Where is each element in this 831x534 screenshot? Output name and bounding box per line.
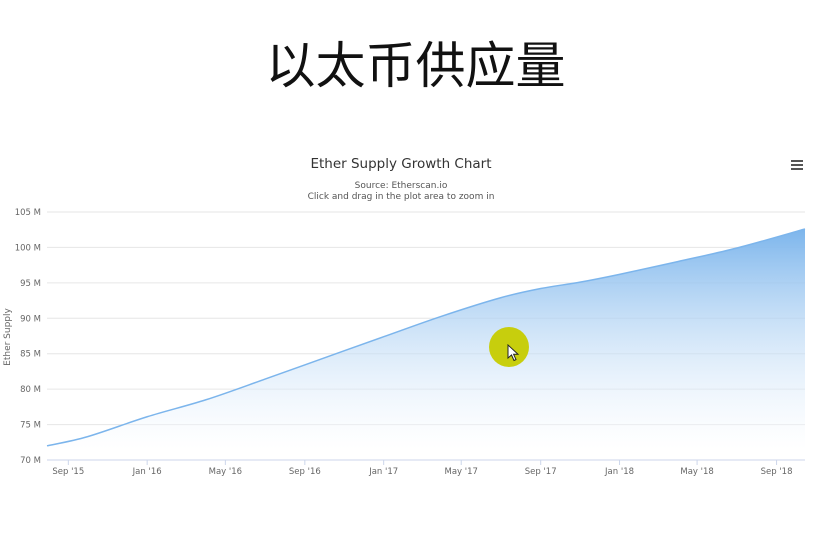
x-tick-label: Sep '16 [289,467,321,477]
chart-subtitle-zoom-hint: Click and drag in the plot area to zoom … [308,192,495,202]
x-tick-label: May '16 [209,467,242,477]
ether-supply-area[interactable] [47,229,805,450]
x-tick-label: Sep '15 [52,467,84,477]
y-tick-label: 75 M [20,421,41,431]
x-tick-label: Jan '18 [604,467,634,477]
mouse-pointer-icon [507,344,521,362]
hamburger-menu-icon-mid [791,164,803,166]
chart-menu-button[interactable] [788,157,808,175]
chart-subtitle-source: Source: Etherscan.io [355,181,448,191]
y-tick-label: 95 M [20,279,41,289]
y-tick-label: 100 M [15,243,41,253]
chart-container[interactable]: Ether Supply Growth Chart Source: Ethers… [0,140,831,530]
y-tick-label: 70 M [20,456,41,466]
x-tick-label: Jan '16 [132,467,162,477]
y-tick-label: 80 M [20,385,41,395]
x-tick-label: Jan '17 [368,467,398,477]
slide-title: 以太币供应量 [0,36,831,96]
chart-title: Ether Supply Growth Chart [310,156,491,172]
y-tick-label: 85 M [20,350,41,360]
x-tick-label: May '17 [444,467,477,477]
y-axis-title: Ether Supply [3,307,13,365]
hamburger-menu-icon [791,160,803,162]
ether-supply-chart[interactable]: Ether Supply Growth Chart Source: Ethers… [0,140,831,530]
y-tick-label: 90 M [20,314,41,324]
x-tick-label: May '18 [680,467,713,477]
y-tick-label: 105 M [15,208,41,218]
x-tick-label: Sep '18 [761,467,793,477]
hamburger-menu-icon-bottom [791,168,803,170]
x-tick-label: Sep '17 [525,467,557,477]
series-area[interactable] [47,229,805,450]
